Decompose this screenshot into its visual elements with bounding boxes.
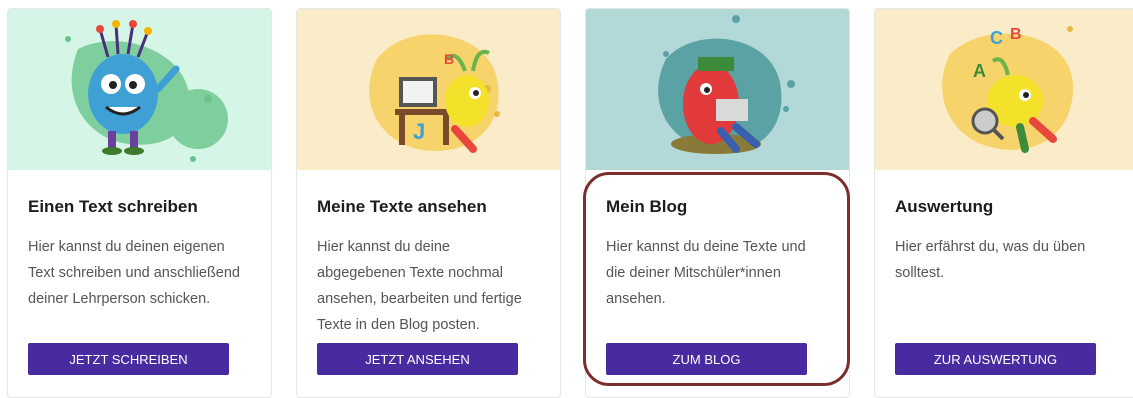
red-monster-reading-icon [658,15,795,154]
svg-text:J: J [413,119,425,144]
blue-monster-with-pencils-icon [65,20,228,162]
svg-text:A: A [973,61,986,81]
zur-auswertung-button[interactable]: ZUR AUSWERTUNG [895,343,1096,375]
jetzt-ansehen-button[interactable]: JETZT ANSEHEN [317,343,518,375]
jetzt-schreiben-button[interactable]: JETZT SCHREIBEN [28,343,229,375]
yellow-monster-with-magnifier-icon: C B A [942,26,1074,153]
yellow-monster-at-computer-icon: B J [369,34,500,153]
card-auswertung: C B A Auswertung Hier erfährst du, was d… [874,8,1133,398]
card-mein-blog: Mein Blog Hier kannst du deine Texte und… [585,8,850,398]
svg-text:C: C [990,28,1003,48]
card-title: Mein Blog [606,197,688,216]
card-text-schreiben: Einen Text schreiben Hier kannst du dein… [7,8,272,398]
card-description: Hier kannst du deinen eigenen Text schre… [28,239,240,307]
card-hero: C B A [875,9,1133,170]
card-title: Meine Texte ansehen [317,197,487,216]
card-hero [586,9,849,170]
svg-text:B: B [1010,26,1022,43]
card-description: Hier kannst du deine abgegebenen Texte n… [317,239,522,333]
card-title: Einen Text schreiben [28,197,198,216]
zum-blog-button[interactable]: ZUM BLOG [606,343,807,375]
svg-text:B: B [444,51,454,67]
card-description: Hier erfährst du, was du üben solltest. [895,239,1086,281]
card-hero: B J [297,9,560,170]
card-hero [8,9,271,170]
card-texte-ansehen: B J Meine Texte ansehen Hier kannst du d… [296,8,561,398]
card-title: Auswertung [895,197,994,216]
card-description: Hier kannst du deine Texte und die deine… [606,239,806,307]
